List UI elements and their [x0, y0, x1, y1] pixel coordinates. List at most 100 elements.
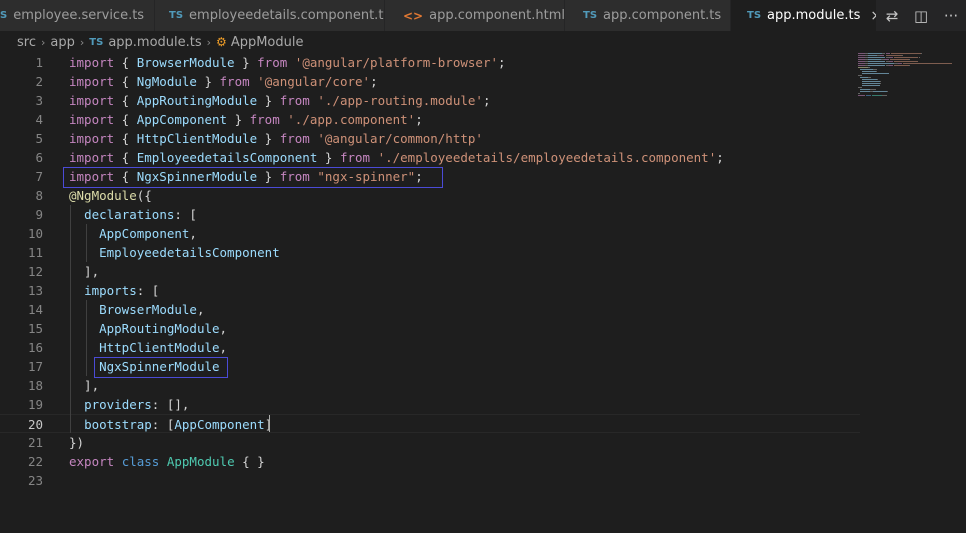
minimap-line — [894, 65, 909, 66]
minimap-line — [867, 53, 883, 54]
minimap-line — [867, 67, 871, 68]
close-tab-icon[interactable]: × — [870, 8, 876, 24]
minimap-line — [862, 81, 880, 82]
tab-employeedetails-component[interactable]: TS employeedetails.component.ts — [155, 0, 385, 31]
code-token: from — [249, 112, 280, 127]
code-token: } — [257, 131, 280, 146]
breadcrumb: src › app › TS app.module.ts › ⚙ AppModu… — [0, 31, 966, 53]
minimap-line — [902, 55, 904, 56]
code-line[interactable]: 10 AppComponent, — [0, 224, 860, 243]
vertical-scrollbar[interactable] — [952, 53, 966, 533]
minimap-line — [882, 95, 887, 96]
code-line[interactable]: 11 EmployeedetailsComponent — [0, 243, 860, 262]
minimap-line — [888, 61, 894, 62]
code-line[interactable]: 20 bootstrap: [AppComponent] — [0, 414, 860, 433]
minimap-line — [884, 59, 889, 60]
minimap-line — [862, 79, 877, 80]
code-line[interactable]: 4 import { AppComponent } from './app.com… — [0, 110, 860, 129]
code-token: from — [257, 55, 288, 70]
code-token: import — [69, 93, 115, 108]
tab-label: app.component.html — [429, 8, 565, 23]
code-text: @NgModule({ — [69, 186, 152, 205]
minimap-line — [880, 81, 882, 82]
breadcrumb-file[interactable]: app.module.ts — [108, 35, 201, 50]
code-text: import { NgModule } from '@angular/core'… — [69, 72, 378, 91]
code-line[interactable]: 9 declarations: [ — [0, 205, 860, 224]
line-number: 8 — [35, 188, 43, 203]
minimap-line — [858, 75, 863, 76]
breadcrumb-symbol[interactable]: AppModule — [231, 35, 304, 50]
code-line[interactable]: 8 @NgModule({ — [0, 186, 860, 205]
minimap-line — [858, 55, 865, 56]
code-line[interactable]: 6 import { EmployeedetailsComponent } fro… — [0, 148, 860, 167]
line-number: 16 — [27, 340, 43, 355]
text-cursor — [269, 415, 270, 432]
tab-app-component-ts[interactable]: TS app.component.ts — [565, 0, 731, 31]
code-line[interactable]: 22 export class AppModule { } — [0, 452, 860, 471]
code-token: ], — [69, 264, 100, 279]
more-actions-icon[interactable]: ··· — [944, 7, 958, 25]
tab-app-module-ts[interactable]: TS app.module.ts × — [731, 0, 877, 31]
minimap-line — [870, 89, 876, 90]
breadcrumb-app[interactable]: app — [50, 35, 74, 50]
breadcrumb-src[interactable]: src — [17, 35, 36, 50]
code-token: export — [69, 454, 115, 469]
code-token: BrowserModule — [136, 55, 235, 70]
code-token: : [ — [136, 283, 160, 298]
code-text: BrowserModule, — [69, 300, 204, 319]
minimap-line — [873, 69, 877, 70]
code-token: { — [114, 74, 137, 89]
split-editor-icon[interactable]: ◫ — [914, 7, 928, 25]
minimap-line — [867, 59, 882, 60]
line-number: 9 — [35, 207, 43, 222]
code-line[interactable]: 12 ], — [0, 262, 860, 281]
code-line[interactable]: 3 import { AppRoutingModule } from './app… — [0, 91, 860, 110]
tab-app-component-html[interactable]: <> app.component.html — [385, 0, 565, 31]
code-text: ], — [69, 376, 99, 395]
line-number: 21 — [27, 435, 43, 450]
code-line[interactable]: 14 BrowserModule, — [0, 300, 860, 319]
minimap[interactable] — [858, 53, 958, 113]
minimap-line — [920, 53, 922, 54]
code-line[interactable]: 23 — [0, 471, 860, 490]
minimap-line — [894, 57, 919, 58]
minimap-line — [867, 61, 886, 62]
tab-employee-service[interactable]: S employee.service.ts — [0, 0, 155, 31]
line-number: 2 — [35, 74, 43, 89]
code-token: } — [196, 74, 220, 89]
line-number: 6 — [35, 150, 43, 165]
compare-changes-icon[interactable]: ⇄ — [886, 7, 899, 25]
code-token: import — [69, 112, 115, 127]
indent-guide — [70, 205, 71, 433]
code-line[interactable]: 1 import { BrowserModule } from '@angular… — [0, 53, 860, 72]
code-editor[interactable]: 23 22 export class AppModule { } 21}) 20 boo… — [0, 53, 860, 533]
code-token: } — [227, 112, 250, 127]
minimap-line — [867, 77, 872, 78]
code-line[interactable]: 16 HttpClientModule, — [0, 338, 860, 357]
minimap-line — [858, 59, 865, 60]
code-line[interactable]: 2 import { NgModule } from '@angular/core… — [0, 72, 860, 91]
code-text: declarations: [ — [69, 205, 197, 224]
code-line[interactable]: 21}) — [0, 433, 860, 452]
code-line[interactable]: 13 imports: [ — [0, 281, 860, 300]
code-token: BrowserModule — [99, 302, 197, 317]
minimap-line — [872, 95, 883, 96]
code-token: import — [69, 74, 115, 89]
tab-label: employee.service.ts — [13, 8, 145, 23]
code-token: AppComponent — [136, 112, 228, 127]
minimap-line — [908, 59, 910, 60]
code-line[interactable]: 15 AppRoutingModule, — [0, 319, 860, 338]
minimap-line — [908, 65, 910, 66]
code-line[interactable]: 18 ], — [0, 376, 860, 395]
code-line[interactable]: 19 providers: [], — [0, 395, 860, 414]
code-line[interactable]: 5 import { HttpClientModule } from '@angu… — [0, 129, 860, 148]
line-number: 11 — [27, 245, 43, 260]
minimap-line — [897, 63, 902, 64]
code-token: declarations — [84, 207, 175, 222]
minimap-line — [858, 53, 865, 54]
code-text: imports: [ — [69, 281, 159, 300]
line-number: 10 — [27, 226, 43, 241]
